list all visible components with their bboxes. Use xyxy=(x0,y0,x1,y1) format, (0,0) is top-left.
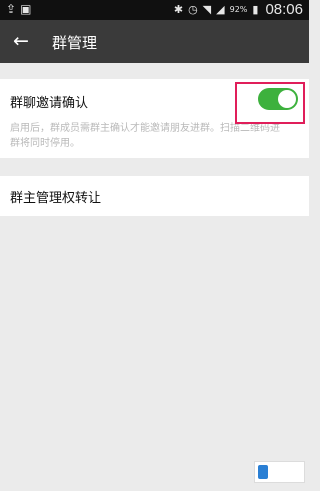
invite-confirm-toggle[interactable] xyxy=(258,88,298,110)
toggle-knob xyxy=(278,90,296,108)
battery-level: 92% xyxy=(229,5,248,14)
transfer-owner-row[interactable]: 群主管理权转让 xyxy=(0,176,309,216)
invite-confirm-description: 启用后，群成员需群主确认才能邀请朋友进群。扫描二维码进群将同时停用。 xyxy=(10,123,280,149)
bluetooth-icon: ✱ xyxy=(173,3,184,16)
watermark-icon xyxy=(258,465,268,479)
upload-icon: ⇪ xyxy=(6,2,21,16)
transfer-owner-title: 群主管理权转让 xyxy=(10,191,102,206)
watermark-logo xyxy=(254,461,305,483)
status-left-icons: ⇪▣ xyxy=(6,2,35,16)
image-icon: ▣ xyxy=(20,2,36,16)
page-title: 群管理 xyxy=(52,34,98,52)
invite-confirm-title: 群聊邀请确认 xyxy=(10,96,89,111)
signal-icon: ◢ xyxy=(216,3,225,16)
app-bar: ← 群管理 xyxy=(0,20,309,63)
alarm-icon: ◷ xyxy=(188,3,198,16)
status-clock: 08:06 xyxy=(265,1,303,18)
wifi-icon: ◥ xyxy=(202,3,212,16)
status-bar: ⇪▣ ✱ ◷ ◥ ◢ 92% ▮ 08:06 xyxy=(0,0,309,20)
battery-icon: ▮ xyxy=(252,3,259,16)
back-button[interactable]: ← xyxy=(8,28,34,54)
arrow-left-icon: ← xyxy=(13,30,29,52)
status-right-icons: ✱ ◷ ◥ ◢ 92% ▮ 08:06 xyxy=(174,1,303,18)
